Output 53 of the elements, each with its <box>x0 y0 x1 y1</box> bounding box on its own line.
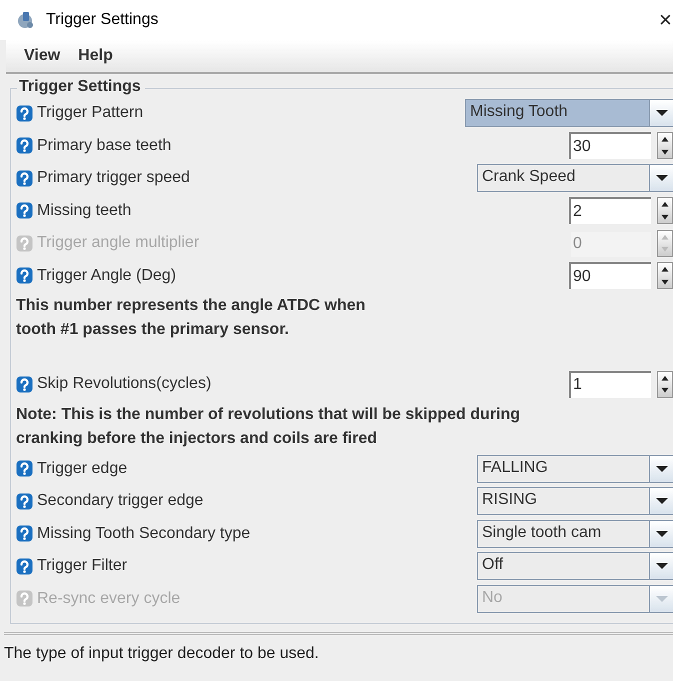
help-icon[interactable] <box>16 202 33 220</box>
field-label: Skip Revolutions(cycles) <box>37 375 212 394</box>
note-text: This number represents the angle ATDC when <box>16 296 366 316</box>
note-text: cranking before the injectors and coils are fired <box>16 428 378 448</box>
help-icon[interactable] <box>16 558 33 575</box>
close-button[interactable]: × <box>659 7 673 33</box>
dropdown[interactable]: FALLING <box>477 454 673 483</box>
field-label: Primary base teeth <box>37 136 172 155</box>
spinner-arrows-icon[interactable] <box>657 262 673 290</box>
number-field[interactable]: 30 <box>569 132 651 160</box>
app-icon <box>16 10 36 30</box>
dropdown[interactable]: Single tooth cam <box>477 520 673 548</box>
help-icon[interactable] <box>16 104 33 122</box>
status-text: The type of input trigger decoder to be used. <box>4 632 673 663</box>
dropdown[interactable]: Off <box>477 552 673 580</box>
field-label: Trigger angle multiplier <box>37 234 200 252</box>
dropdown[interactable]: RISING <box>477 487 673 516</box>
group-title: Trigger Settings <box>17 78 145 96</box>
note-text: tooth #1 passes the primary sensor. <box>16 320 290 340</box>
help-icon[interactable] <box>16 267 33 284</box>
help-icon[interactable] <box>16 137 33 154</box>
spinner-arrows-icon[interactable] <box>657 132 673 160</box>
menu-item[interactable]: Help <box>78 47 113 65</box>
dropdown-arrow-icon[interactable] <box>656 174 668 182</box>
note-text: Note: This is the number of revolutions that will be skipped during <box>16 404 522 424</box>
number-field[interactable]: 1 <box>569 370 651 398</box>
dropdown-arrow-icon[interactable] <box>656 562 668 570</box>
field-label: Trigger Filter <box>37 557 128 576</box>
field-label: Missing Tooth Secondary type <box>37 524 252 543</box>
dropdown-arrow-icon[interactable] <box>656 109 668 118</box>
field-label: Trigger Angle (Deg) <box>37 266 178 285</box>
number-field[interactable]: 90 <box>569 262 651 290</box>
help-icon[interactable] <box>16 525 33 542</box>
spinner-arrows-icon[interactable] <box>657 370 673 398</box>
dropdown-arrow-icon[interactable] <box>656 464 668 473</box>
help-icon[interactable] <box>16 492 33 510</box>
number-field[interactable]: 2 <box>569 197 651 224</box>
field-label: Trigger Pattern <box>37 104 144 122</box>
dropdown[interactable]: Crank Speed <box>477 164 673 192</box>
help-icon[interactable] <box>16 170 33 187</box>
spinner-arrows-icon[interactable] <box>657 197 673 224</box>
help-icon[interactable] <box>16 460 33 478</box>
field-label: Missing teeth <box>37 202 132 220</box>
window-title: Trigger Settings <box>46 11 160 29</box>
field-label: Re-sync every cycle <box>37 590 182 608</box>
dropdown[interactable]: Missing Tooth <box>465 99 673 128</box>
field-label: Secondary trigger edge <box>37 492 204 510</box>
dropdown-arrow-icon[interactable] <box>656 497 668 506</box>
field-label: Trigger edge <box>37 460 128 478</box>
help-icon[interactable] <box>16 376 33 393</box>
field-label: Primary trigger speed <box>37 169 191 188</box>
menu-item[interactable]: View <box>24 47 60 65</box>
dropdown-arrow-icon[interactable] <box>656 530 668 538</box>
